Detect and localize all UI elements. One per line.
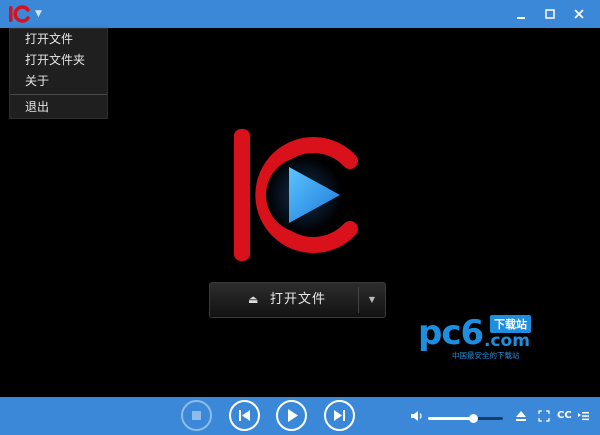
menu-separator — [10, 94, 107, 95]
play-button[interactable] — [276, 400, 307, 431]
open-file-split-button: ⏏ 打开文件 ▼ — [209, 282, 386, 318]
open-file-label: 打开文件 — [270, 292, 327, 307]
volume-icon[interactable] — [410, 410, 424, 422]
watermark-brand: pc6 — [418, 313, 484, 353]
next-button[interactable] — [324, 400, 355, 431]
volume-slider-handle[interactable] — [469, 414, 478, 423]
menu-item-about[interactable]: 关于 — [10, 71, 107, 92]
playlist-icon[interactable] — [577, 409, 590, 423]
control-bar — [0, 397, 600, 435]
app-dropdown-menu: 打开文件 打开文件夹 关于 退出 — [9, 28, 108, 119]
eject-button-icon[interactable] — [515, 409, 527, 423]
menu-item-open-folder[interactable]: 打开文件夹 — [10, 50, 107, 71]
close-button[interactable] — [568, 4, 590, 24]
minimize-button[interactable] — [510, 4, 532, 24]
menu-item-exit[interactable]: 退出 — [10, 97, 107, 118]
fullscreen-icon[interactable] — [538, 409, 550, 423]
open-file-button[interactable]: ⏏ 打开文件 — [210, 283, 358, 317]
minimize-icon — [517, 17, 525, 19]
subtitles-cc-icon[interactable]: CC — [557, 409, 572, 423]
stop-icon — [192, 411, 201, 420]
previous-button[interactable] — [229, 400, 260, 431]
watermark-logo: pc6 下载站 .com 中国最安全的下载站 — [418, 313, 558, 363]
title-bar: ▼ — [0, 0, 600, 28]
menu-item-open-file[interactable]: 打开文件 — [10, 29, 107, 50]
chevron-down-icon: ▼ — [368, 295, 376, 304]
play-icon — [288, 409, 298, 422]
volume-slider[interactable] — [428, 414, 503, 423]
maximize-button[interactable] — [539, 4, 561, 24]
watermark-domain: .com — [484, 331, 530, 351]
open-options-dropdown-button[interactable]: ▼ — [359, 283, 385, 317]
player-logo-icon — [234, 129, 358, 261]
stop-button[interactable] — [181, 400, 212, 431]
volume-slider-fill — [428, 417, 473, 420]
app-menu-dropdown-icon[interactable]: ▼ — [35, 9, 42, 19]
close-icon — [574, 9, 584, 19]
maximize-icon — [545, 9, 555, 19]
eject-icon: ⏏ — [248, 293, 259, 306]
skip-previous-icon — [239, 410, 250, 421]
app-logo-icon[interactable] — [8, 5, 32, 23]
watermark-slogan: 中国最安全的下载站 — [452, 351, 520, 360]
skip-next-icon — [334, 410, 345, 421]
